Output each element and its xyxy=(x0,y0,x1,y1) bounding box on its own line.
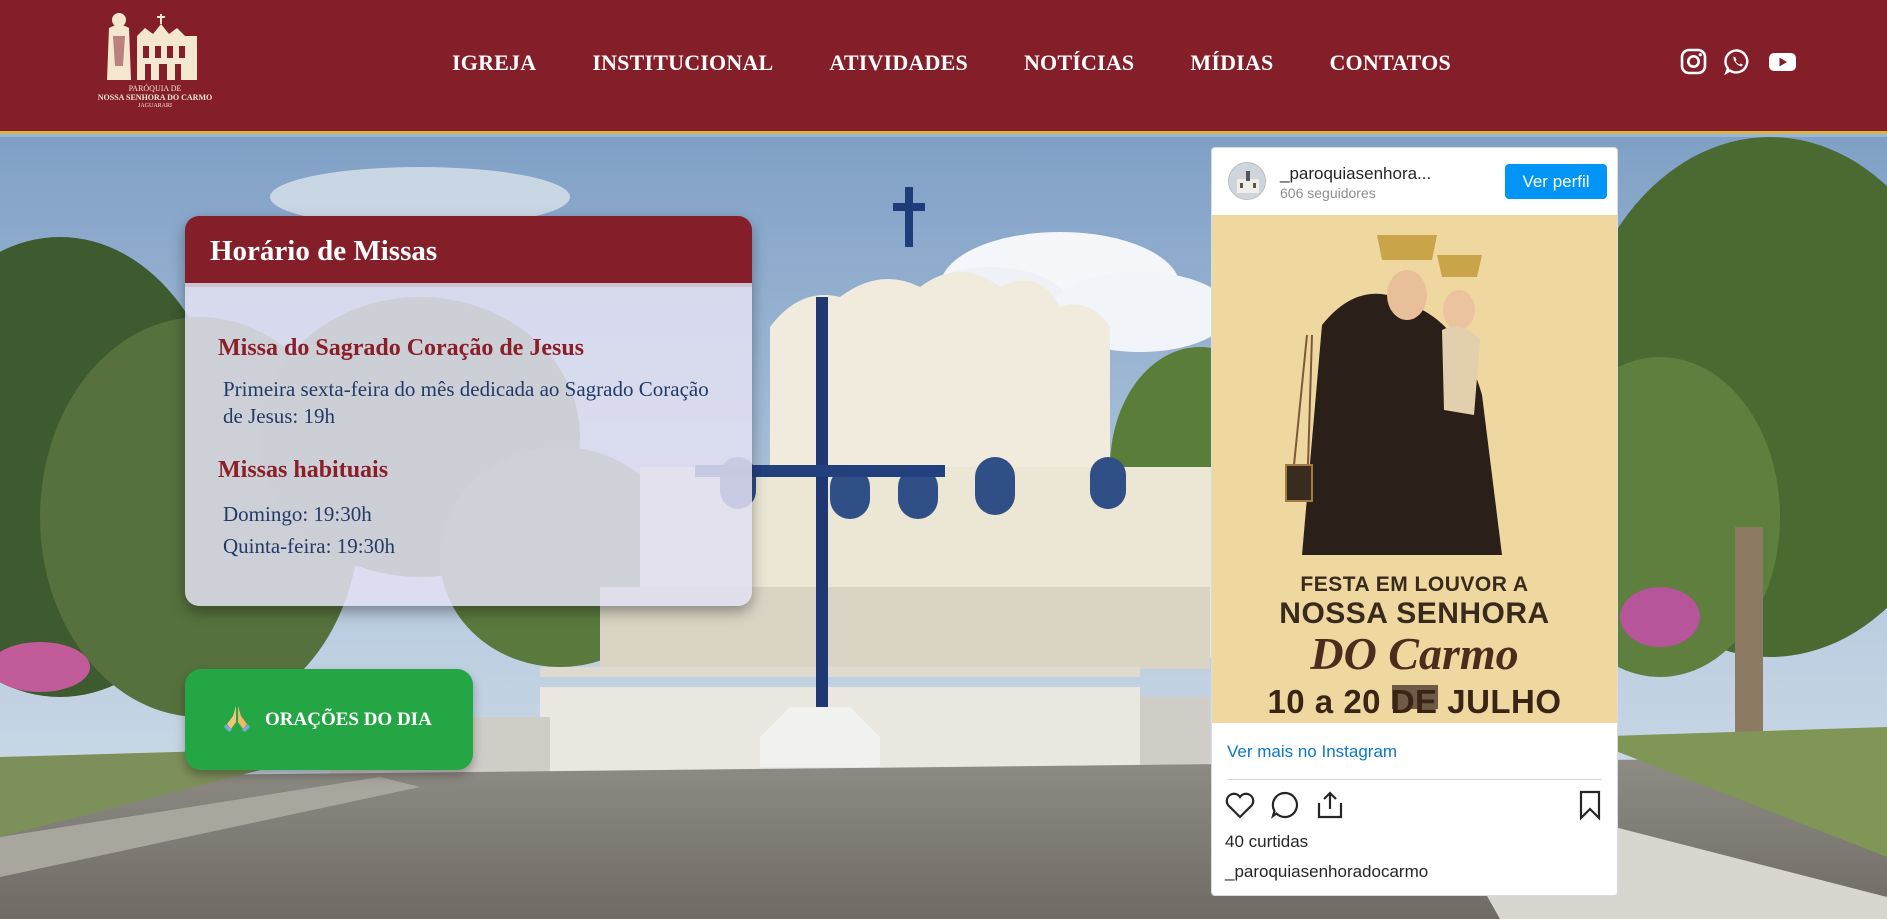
view-profile-button[interactable]: Ver perfil xyxy=(1505,164,1607,199)
post-text-line2: NOSSA SENHORA xyxy=(1279,597,1550,630)
section-regular-masses-list: Domingo: 19:30h Quinta-feira: 19:30h xyxy=(218,484,752,562)
youtube-icon[interactable] xyxy=(1768,48,1797,75)
section-sacred-heart-title: Missa do Sagrado Coração de Jesus xyxy=(218,335,585,361)
nav-igreja[interactable]: IGREJA xyxy=(452,50,536,76)
church-logo-icon xyxy=(107,13,197,80)
comment-icon[interactable] xyxy=(1269,789,1301,821)
instagram-handle[interactable]: _paroquiasenhoradocarmo xyxy=(1225,862,1428,882)
instagram-post-image[interactable]: FESTA EM LOUVOR A NOSSA SENHORA DO Carmo… xyxy=(1212,215,1617,723)
logo-line1: PARÓQUIA DE xyxy=(128,84,182,93)
instagram-followers: 606 seguidores xyxy=(1280,185,1376,201)
nav-midias[interactable]: MÍDIAS xyxy=(1190,50,1273,76)
share-icon[interactable] xyxy=(1314,789,1346,821)
nav-atividades[interactable]: ATIVIDADES xyxy=(829,50,968,76)
mass-time-sunday: Domingo: 19:30h xyxy=(223,502,372,526)
instagram-divider xyxy=(1227,779,1602,780)
nav-contatos[interactable]: CONTATOS xyxy=(1329,50,1450,76)
logo-line3: JAGUARARI xyxy=(137,103,172,109)
view-more-instagram-link[interactable]: Ver mais no Instagram xyxy=(1227,742,1397,762)
daily-prayers-button[interactable]: ORAÇÕES DO DIA xyxy=(185,669,473,770)
instagram-username[interactable]: _paroquiasenhora... xyxy=(1280,164,1431,184)
praying-hands-icon xyxy=(223,702,251,737)
instagram-icon[interactable] xyxy=(1680,48,1707,75)
instagram-actions xyxy=(1224,789,1607,823)
nav-noticias[interactable]: NOTÍCIAS xyxy=(1024,50,1134,76)
site-header: PARÓQUIA DE NOSSA SENHORA DO CARMO JAGUA… xyxy=(0,0,1887,134)
instagram-embed: _paroquiasenhora... 606 seguidores Ver p… xyxy=(1211,147,1618,896)
instagram-likes: 40 curtidas xyxy=(1225,832,1309,851)
nav-institucional[interactable]: INSTITUCIONAL xyxy=(592,50,773,76)
post-text-line1: FESTA EM LOUVOR A xyxy=(1300,573,1529,596)
mass-schedule-body: Missa do Sagrado Coração de Jesus Primei… xyxy=(185,287,752,606)
main-nav: IGREJA INSTITUCIONAL ATIVIDADES NOTÍCIAS… xyxy=(452,50,1451,76)
like-heart-icon[interactable] xyxy=(1224,789,1256,821)
instagram-avatar[interactable] xyxy=(1228,162,1266,200)
mass-time-thursday: Quinta-feira: 19:30h xyxy=(223,534,396,558)
section-regular-masses-title: Missas habituais xyxy=(218,457,389,483)
logo-line2: NOSSA SENHORA DO CARMO xyxy=(97,93,213,102)
bookmark-icon[interactable] xyxy=(1574,789,1606,821)
social-links xyxy=(1680,48,1797,76)
post-text-line4: 10 a 20 DE JULHO xyxy=(1267,683,1562,720)
logo-text: PARÓQUIA DE NOSSA SENHORA DO CARMO JAGUA… xyxy=(97,84,213,111)
daily-prayers-label: ORAÇÕES DO DIA xyxy=(265,708,432,730)
section-sacred-heart-text: Primeira sexta-feira do mês dedicada ao … xyxy=(223,377,709,428)
post-text-line3: DO Carmo xyxy=(1310,628,1519,679)
parish-logo[interactable]: PARÓQUIA DE NOSSA SENHORA DO CARMO JAGUA… xyxy=(97,6,213,110)
mass-schedule-title: Horário de Missas xyxy=(185,216,752,287)
whatsapp-icon[interactable] xyxy=(1724,48,1751,76)
mass-schedule-card: Horário de Missas Missa do Sagrado Coraç… xyxy=(185,216,752,606)
